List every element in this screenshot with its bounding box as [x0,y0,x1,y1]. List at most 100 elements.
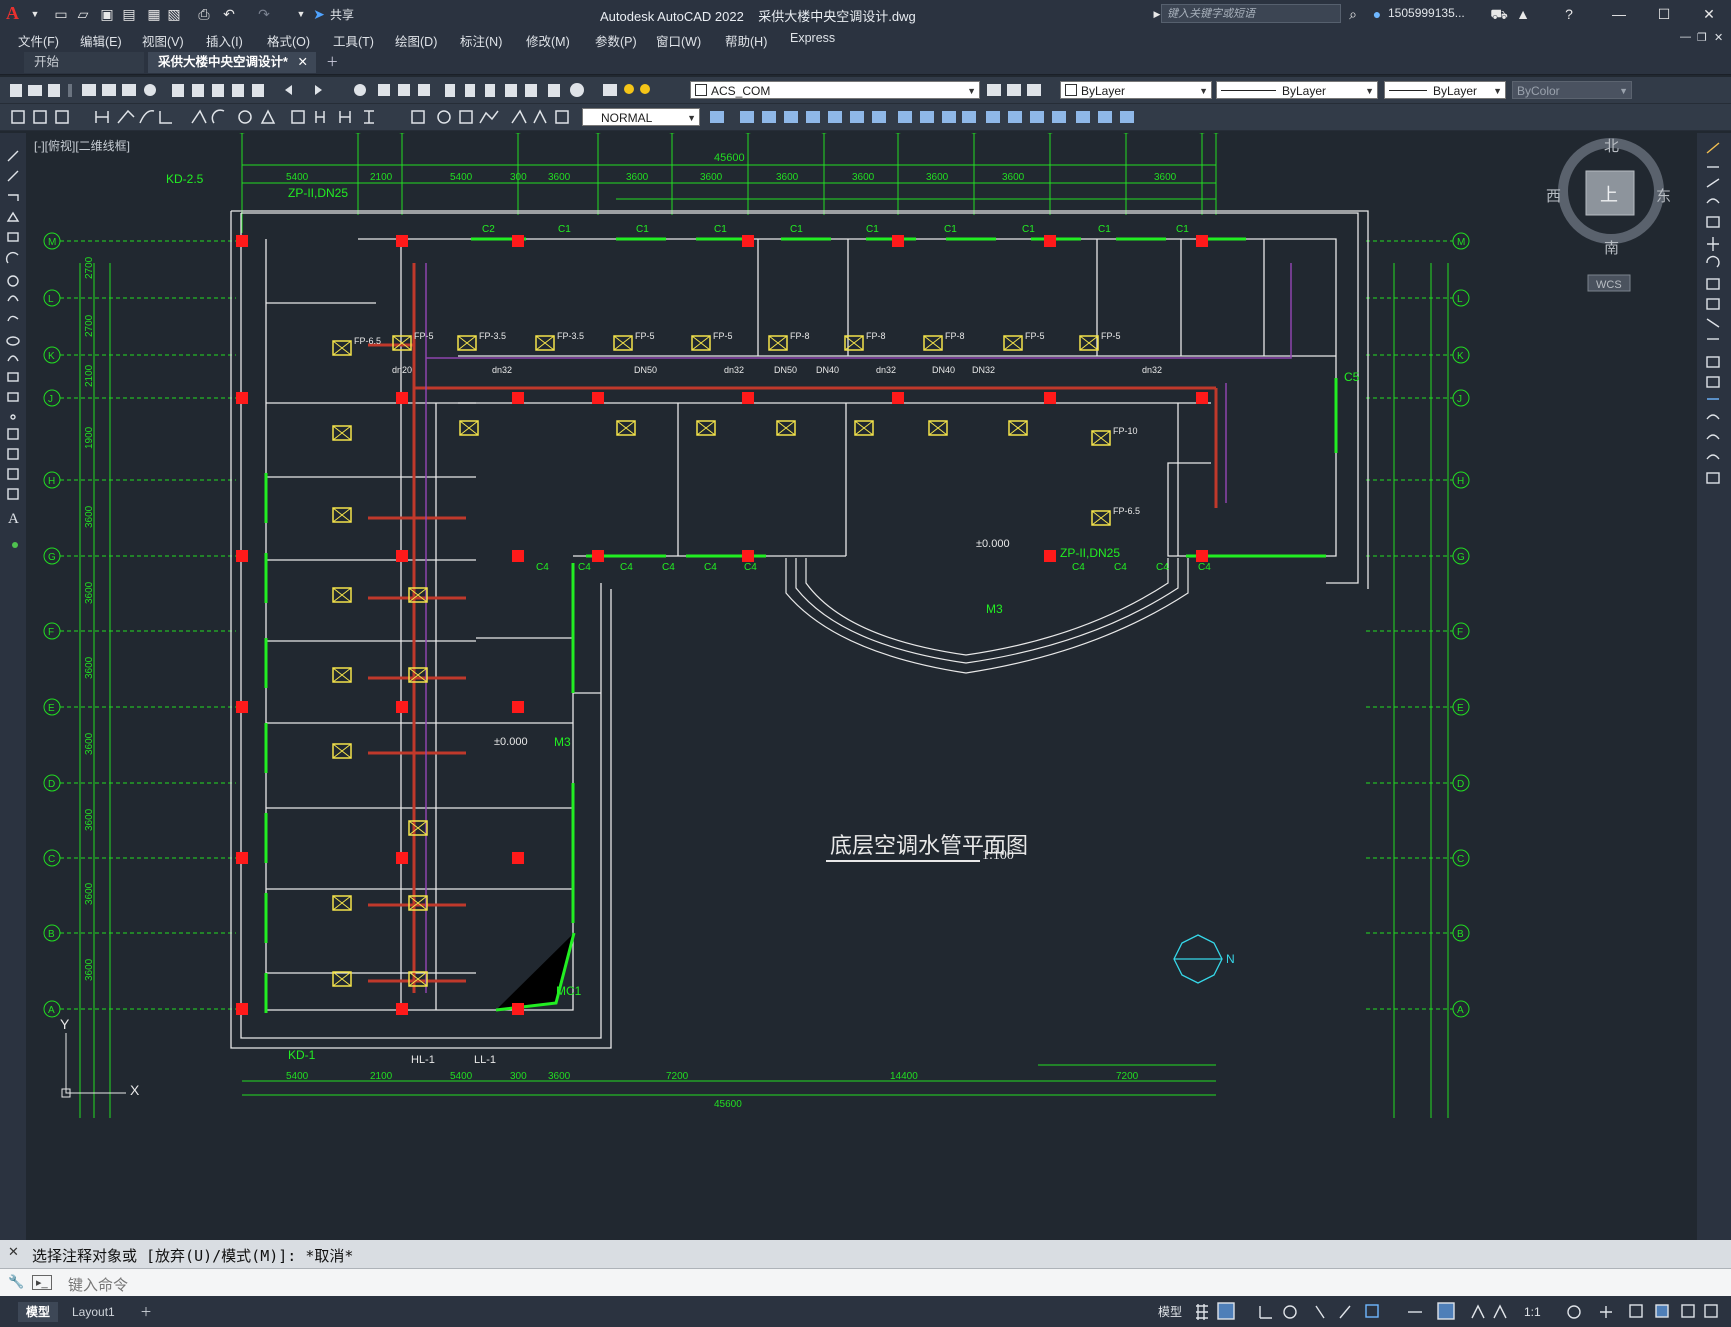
open-file-icon[interactable]: ▱ [74,5,92,23]
fan-coil-unit[interactable] [332,667,352,683]
maximize-icon[interactable]: ☐ [1655,5,1673,23]
fan-coil-unit[interactable]: FP-8 [923,331,965,351]
fan-coil-unit[interactable] [332,743,352,759]
plotstyle-dropdown[interactable]: ByColor ▼ [1512,81,1632,99]
fan-coil-unit[interactable]: FP-5 [1079,331,1121,351]
save-icon[interactable]: ▣ [98,5,116,23]
color-dropdown[interactable]: ByLayer ▼ [1060,81,1212,99]
search-icon[interactable]: ⌕ [1344,5,1362,23]
publish-icon[interactable]: ▦ [145,5,163,23]
menu-dimension[interactable]: 标注(N) [460,31,502,50]
fan-coil-unit[interactable] [459,420,479,436]
viewcube[interactable]: 上 北 南 东 西 WCS [1546,138,1671,292]
fan-coil-unit[interactable]: FP-6.5 [1091,506,1140,526]
fan-coil-unit[interactable]: FP-8 [844,331,886,351]
plot-icon[interactable]: ⎙ [195,5,213,23]
undo-icon[interactable]: ↶ [220,5,238,23]
model-space-button[interactable]: 模型 [1150,1302,1190,1322]
menu-file[interactable]: 文件(F) [18,31,59,50]
command-line[interactable]: 🔧 ▸_ 键入命令 [0,1268,1731,1297]
lineweight-dropdown[interactable]: ByLayer ▼ [1384,81,1506,99]
import-icon[interactable]: ▧ [165,5,183,23]
fan-coil-unit[interactable] [1008,420,1028,436]
new-file-icon[interactable]: ▭ [52,5,70,23]
tab-layout1[interactable]: Layout1 [64,1302,123,1322]
fan-coil-unit[interactable] [408,820,428,836]
modify-tool-icons-right[interactable] [1697,133,1731,553]
menu-edit[interactable]: 编辑(E) [80,31,122,50]
close-icon[interactable]: ✕ [1700,5,1718,23]
menu-view[interactable]: 视图(V) [142,31,184,50]
menu-parametric[interactable]: 参数(P) [595,31,637,50]
new-tab-icon[interactable]: ＋ [320,52,346,73]
tab-drawing[interactable]: 采供大楼中央空调设计* ✕ [148,52,316,73]
menu-help[interactable]: 帮助(H) [725,31,767,50]
layer-tools-icons[interactable] [984,77,1054,103]
doc-minimize-icon[interactable]: — [1680,31,1691,43]
fan-coil-unit[interactable] [332,895,352,911]
user-icon[interactable]: ● [1368,5,1386,23]
autocad-logo-icon[interactable]: A [6,3,19,24]
status-toggle-icons[interactable] [1190,1300,1720,1324]
minimize-icon[interactable]: — [1610,5,1628,23]
fan-coil-unit[interactable]: FP-5 [613,331,655,351]
fan-coil-unit[interactable] [616,420,636,436]
menu-modify[interactable]: 修改(M) [526,31,570,50]
fan-coil-unit[interactable] [332,971,352,987]
fan-coil-unit[interactable]: FP-6.5 [332,336,381,356]
redo-icon[interactable]: ↷ [255,5,273,23]
fan-coil-unit[interactable]: FP-3.5 [535,331,584,351]
fan-coil-unit[interactable]: FP-10 [1091,426,1138,446]
tab-start[interactable]: 开始 [24,52,144,73]
layer-dropdown[interactable]: ACS_COM ▼ [690,81,980,99]
fan-coil-unit[interactable]: FP-8 [768,331,810,351]
save-as-icon[interactable]: ▤ [120,5,138,23]
fan-coil-unit[interactable] [408,587,428,603]
modify-tool-icons[interactable] [704,104,1224,130]
dimstyle-dropdown[interactable]: NORMAL ▼ [582,108,700,126]
menu-draw[interactable]: 绘图(D) [395,31,437,50]
fan-coil-unit[interactable] [408,971,428,987]
fan-coil-unit[interactable]: FP-3.5 [457,331,506,351]
user-account[interactable]: 1505999135... [1388,6,1465,20]
fan-coil-unit[interactable] [408,895,428,911]
dimension-tool-icons[interactable] [0,104,580,130]
fan-coil-unit[interactable]: FP-5 [691,331,733,351]
fan-coil-unit[interactable]: FP-5 [1003,331,1045,351]
fan-coil-unit[interactable] [332,587,352,603]
draw-tool-icons[interactable]: A [0,133,26,593]
drawing-canvas[interactable]: [-][俯视][二维线框] 12345678910111213144560054… [26,133,1697,1240]
menu-window[interactable]: 窗口(W) [656,31,701,50]
command-recent-icon[interactable]: ▸_ [32,1275,52,1290]
menu-express[interactable]: Express [790,31,835,45]
share-button[interactable]: 共享 [330,6,354,23]
customize-icon[interactable]: 🔧 [8,1274,24,1290]
command-input[interactable]: 键入命令 [68,1274,128,1295]
fan-coil-unit[interactable] [928,420,948,436]
doc-restore-icon[interactable]: ❐ [1697,31,1707,44]
autodesk-app-icon[interactable]: ▲ [1514,5,1532,23]
tab-model[interactable]: 模型 [18,1302,59,1322]
help-icon[interactable]: ? [1560,5,1578,23]
command-close-icon[interactable]: ✕ [8,1244,19,1260]
doc-close-icon[interactable]: ✕ [1714,31,1723,44]
fan-coil-unit[interactable] [332,425,352,441]
share-icon[interactable]: ➤ [310,5,328,23]
fan-coil-unit[interactable] [776,420,796,436]
quick-access-more-icon[interactable]: ▼ [292,5,310,23]
annotation-scale[interactable]: 1:1 [1516,1302,1549,1322]
menu-insert[interactable]: 插入(I) [206,31,243,50]
fan-coil-unit[interactable] [854,420,874,436]
fan-coil-unit[interactable] [408,667,428,683]
tab-close-icon[interactable]: ✕ [298,52,308,73]
menu-format[interactable]: 格式(O) [267,31,310,50]
add-layout-icon[interactable]: ＋ [132,1302,160,1322]
search-input[interactable]: 键入关键字或短语 [1161,4,1341,23]
fan-coil-unit[interactable] [332,507,352,523]
linetype-dropdown[interactable]: ByLayer ▼ [1216,81,1378,99]
fan-coil-unit[interactable] [696,420,716,436]
standard-tool-icons[interactable] [0,77,660,103]
floor-plan-drawing[interactable]: 1234567891011121314456005400210054003003… [26,133,1697,1240]
cart-icon[interactable]: ⛟ [1490,5,1508,23]
menu-tools[interactable]: 工具(T) [333,31,374,50]
